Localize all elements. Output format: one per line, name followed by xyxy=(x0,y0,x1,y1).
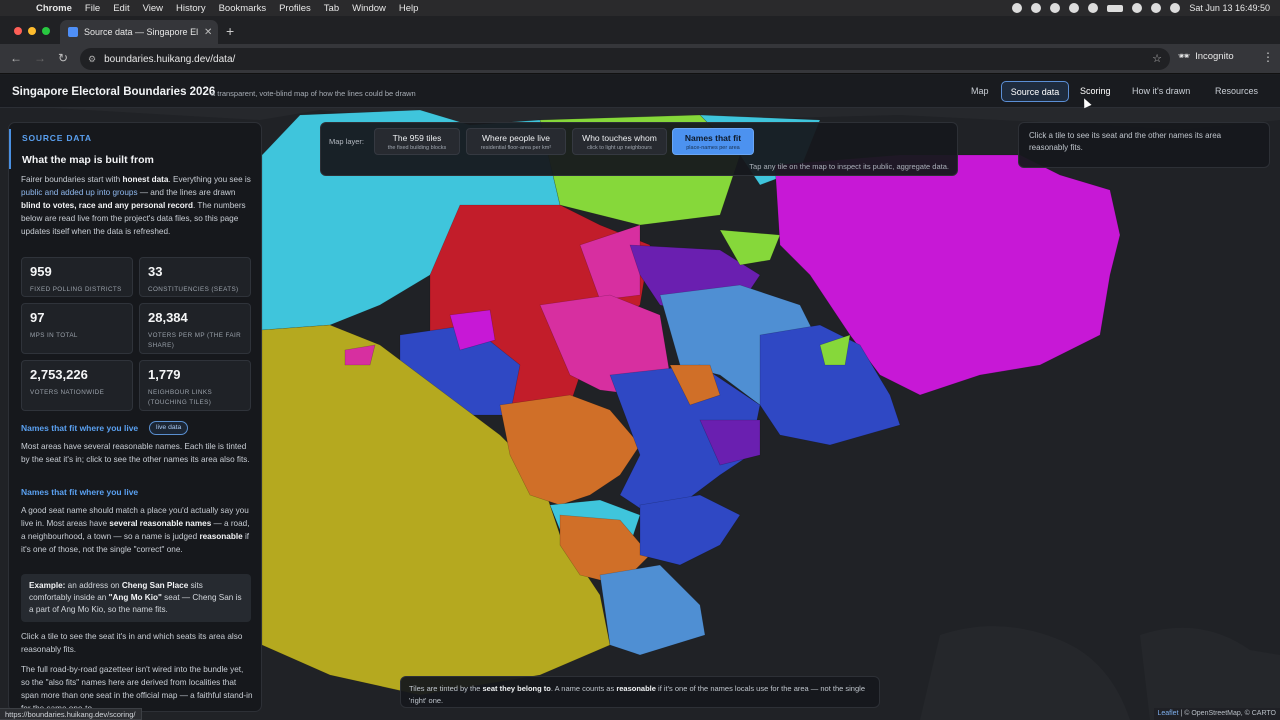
browser-tab[interactable]: Source data — Singapore Electoral Bounda… xyxy=(60,20,218,44)
map-layer-panel: Map layer: The 959 tiles the fixed buildi… xyxy=(320,122,958,176)
close-tab-icon[interactable]: ✕ xyxy=(204,27,212,38)
tab-strip: Source data — Singapore Electoral Bounda… xyxy=(0,16,1280,44)
search-icon[interactable] xyxy=(1151,3,1162,13)
site-info-icon[interactable]: ⚙ xyxy=(88,54,96,65)
accent-bar xyxy=(9,129,11,169)
nav-map[interactable]: Map xyxy=(971,86,989,96)
map-layer-hint: Tap any tile on the map to inspect its p… xyxy=(749,162,949,171)
click-tile-text: Click a tile to see the seat it's in and… xyxy=(21,632,243,654)
map-legend: Tiles are tinted by the seat they belong… xyxy=(400,676,880,708)
example-callout: Example: an address on Cheng San Place s… xyxy=(21,574,251,622)
bookmark-star-icon[interactable]: ☆ xyxy=(1152,52,1162,65)
menu-history[interactable]: History xyxy=(176,3,206,14)
tab-title: Source data — Singapore Electoral Bounda… xyxy=(84,27,198,37)
nav-resources[interactable]: Resources xyxy=(1215,86,1258,96)
stat-polling-districts: 959 FIXED POLLING DISTRICTS xyxy=(21,257,133,297)
clock[interactable]: Sat Jun 13 16:49:50 xyxy=(1189,3,1270,13)
layer-button-neighbours[interactable]: Who touches whom click to light up neighb… xyxy=(572,128,667,155)
stat-constituencies: 33 CONSTITUENCIES (SEATS) xyxy=(139,257,251,297)
menu-view[interactable]: View xyxy=(143,3,163,14)
nav-source-data[interactable]: Source data xyxy=(1001,81,1069,102)
nav-scoring[interactable]: Scoring xyxy=(1080,86,1111,96)
menu-window[interactable]: Window xyxy=(352,3,386,14)
control-center-icon[interactable] xyxy=(1170,3,1181,13)
bolt-icon[interactable] xyxy=(1050,3,1061,13)
source-data-panel[interactable]: SOURCE DATA What the map is built from F… xyxy=(8,122,262,712)
intro-link[interactable]: public and added up into groups xyxy=(21,188,138,197)
link-status-bar: https://boundaries.huikang.dev/scoring/ xyxy=(0,708,142,720)
minimize-window-icon[interactable] xyxy=(28,27,36,35)
map-attribution: Leaflet | © OpenStreetMap, © CARTO xyxy=(1153,708,1280,720)
back-icon[interactable]: ← xyxy=(10,51,22,65)
browser-menu-icon[interactable]: ⋮ xyxy=(1262,50,1274,64)
layer-button-population[interactable]: Where people live residential floor-area … xyxy=(466,128,566,155)
wifi-icon[interactable] xyxy=(1132,3,1143,13)
map-layer-label: Map layer: xyxy=(329,137,365,146)
web-page: Singapore Electoral Boundaries 2026 a tr… xyxy=(0,75,1280,720)
layer-button-tiles[interactable]: The 959 tiles the fixed building blocks xyxy=(374,128,460,155)
stat-neighbour-links: 1,779 NEIGHBOUR LINKS (TOUCHING TILES) xyxy=(139,360,251,411)
incognito-indicator[interactable]: 🕶 Incognito xyxy=(1178,51,1234,62)
site-title[interactable]: Singapore Electoral Boundaries 2026 xyxy=(12,86,215,98)
reload-icon[interactable]: ↻ xyxy=(58,51,68,65)
new-tab-icon[interactable]: + xyxy=(226,23,234,39)
site-subtitle: a transparent, vote-blind map of how the… xyxy=(211,89,416,98)
section-names-text: Most areas have several reasonable names… xyxy=(21,442,250,464)
tile-info-box: Click a tile to see its seat and the oth… xyxy=(1018,122,1270,168)
section-names-detail-text: A good seat name should match a place yo… xyxy=(21,506,250,554)
close-window-icon[interactable] xyxy=(14,27,22,35)
section-names-title: Names that fit where you live xyxy=(21,423,139,433)
section-names-detail-title: Names that fit where you live xyxy=(21,487,139,497)
gazetteer-text: The full road-by-road gazetteer isn't wi… xyxy=(21,665,253,711)
status-icon[interactable] xyxy=(1088,3,1099,13)
maximize-window-icon[interactable] xyxy=(42,27,50,35)
menu-bookmarks[interactable]: Bookmarks xyxy=(219,3,267,14)
stat-voters-nationwide: 2,753,226 VOTERS NATIONWIDE xyxy=(21,360,133,411)
vpn-icon[interactable] xyxy=(1069,3,1080,13)
menu-profiles[interactable]: Profiles xyxy=(279,3,311,14)
menu-file[interactable]: File xyxy=(85,3,100,14)
stat-mps-total: 97 MPS IN TOTAL xyxy=(21,303,133,354)
favicon-icon xyxy=(68,27,78,37)
url-text[interactable]: boundaries.huikang.dev/data/ xyxy=(104,54,235,65)
battery-icon[interactable] xyxy=(1107,4,1124,12)
spotify-icon[interactable] xyxy=(1031,3,1042,13)
live-data-badge: live data xyxy=(149,421,189,435)
address-bar[interactable]: ⚙ boundaries.huikang.dev/data/ ☆ xyxy=(80,48,1170,70)
record-icon[interactable] xyxy=(1012,3,1023,13)
menu-edit[interactable]: Edit xyxy=(113,3,129,14)
browser-toolbar: ← → ↻ ⚙ boundaries.huikang.dev/data/ ☆ 🕶… xyxy=(0,44,1280,74)
forward-icon[interactable]: → xyxy=(34,51,46,65)
layer-button-names[interactable]: Names that fit place-names per area xyxy=(672,128,754,155)
macos-menu-bar: Chrome File Edit View History Bookmarks … xyxy=(0,0,1280,16)
incognito-icon: 🕶 xyxy=(1178,51,1191,62)
panel-kicker: SOURCE DATA xyxy=(22,133,92,143)
incognito-label: Incognito xyxy=(1195,51,1234,62)
intro-paragraph: Fairer boundaries start with honest data… xyxy=(21,175,251,236)
menu-tab[interactable]: Tab xyxy=(324,3,339,14)
panel-heading: What the map is built from xyxy=(22,154,154,166)
nav-how-its-drawn[interactable]: How it's drawn xyxy=(1132,86,1190,96)
leaflet-link[interactable]: Leaflet xyxy=(1158,710,1179,717)
menu-chrome[interactable]: Chrome xyxy=(36,3,72,14)
menu-help[interactable]: Help xyxy=(399,3,419,14)
stat-voters-per-mp: 28,384 VOTERS PER MP (THE FAIR SHARE) xyxy=(139,303,251,354)
